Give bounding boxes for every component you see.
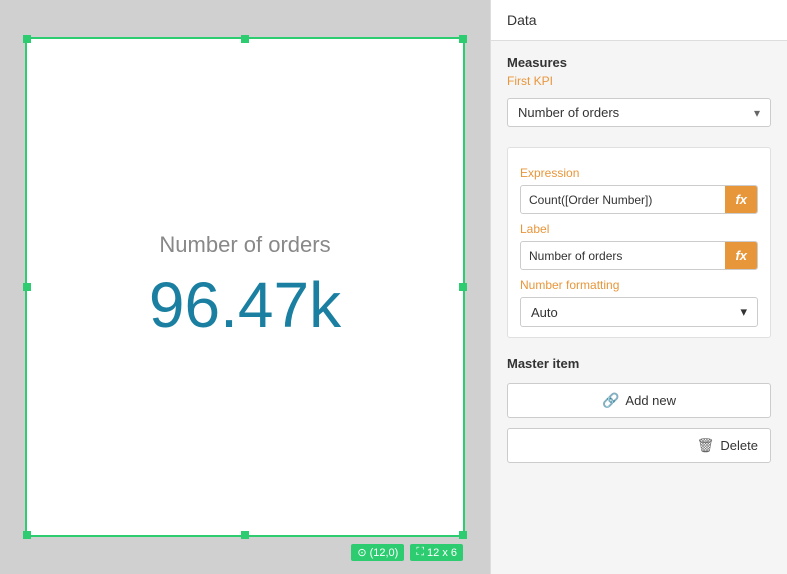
number-formatting-label: Number formatting (520, 278, 758, 292)
resize-icon: ⛶ (416, 546, 424, 559)
expression-label: Expression (520, 166, 758, 180)
measures-subtitle: First KPI (507, 74, 771, 88)
measures-section: Measures First KPI Number of orders ▾ (491, 41, 787, 147)
canvas-area: Number of orders 96.47k ⊙ (12,0) ⛶ 12 x … (0, 0, 490, 574)
widget-footer: ⊙ (12,0) ⛶ 12 x 6 (351, 544, 463, 561)
kpi-widget-label: Number of orders (159, 232, 330, 258)
expression-section: Expression fx Label fx Number formatting… (507, 147, 771, 338)
kpi-dropdown-label: Number of orders (518, 105, 619, 120)
label-label: Label (520, 222, 758, 236)
handle-top-right[interactable] (459, 35, 467, 43)
footer-coords: (12,0) (370, 547, 399, 559)
add-new-button[interactable]: 🔗 Add new (507, 383, 771, 418)
master-item-title: Master item (507, 356, 771, 371)
link-icon: 🔗 (602, 392, 619, 409)
label-row: fx (520, 241, 758, 270)
kpi-dropdown[interactable]: Number of orders ▾ (507, 98, 771, 127)
measures-title: Measures (507, 55, 771, 70)
footer-size: 12 x 6 (427, 547, 457, 559)
add-new-label: Add new (625, 393, 676, 408)
number-format-select[interactable]: Auto ▾ (520, 297, 758, 327)
handle-top-left[interactable] (23, 35, 31, 43)
label-fx-button[interactable]: fx (725, 242, 757, 269)
expression-input[interactable] (521, 187, 725, 213)
delete-button[interactable]: 🗑 Delete (507, 428, 771, 463)
kpi-widget-value: 96.47k (149, 268, 341, 342)
number-format-value: Auto (531, 305, 558, 320)
handle-mid-right[interactable] (459, 283, 467, 291)
footer-size-badge: ⛶ 12 x 6 (410, 544, 463, 561)
handle-bottom-right[interactable] (459, 531, 467, 539)
master-item-section: Master item 🔗 Add new 🗑 Delete (491, 346, 787, 473)
chevron-down-icon: ▾ (754, 106, 760, 120)
right-panel: Data Measures First KPI Number of orders… (490, 0, 787, 574)
handle-mid-left[interactable] (23, 283, 31, 291)
trash-icon: 🗑 (697, 437, 715, 454)
delete-label: Delete (720, 438, 758, 453)
handle-bottom-left[interactable] (23, 531, 31, 539)
label-input[interactable] (521, 243, 725, 269)
handle-top-center[interactable] (241, 35, 249, 43)
kpi-widget[interactable]: Number of orders 96.47k ⊙ (12,0) ⛶ 12 x … (25, 37, 465, 537)
expression-row: fx (520, 185, 758, 214)
chevron-down-icon: ▾ (740, 304, 747, 320)
expression-fx-button[interactable]: fx (725, 186, 757, 213)
footer-coords-badge: ⊙ (12,0) (351, 544, 404, 561)
target-icon: ⊙ (357, 546, 366, 559)
data-tab[interactable]: Data (491, 0, 787, 41)
handle-bottom-center[interactable] (241, 531, 249, 539)
